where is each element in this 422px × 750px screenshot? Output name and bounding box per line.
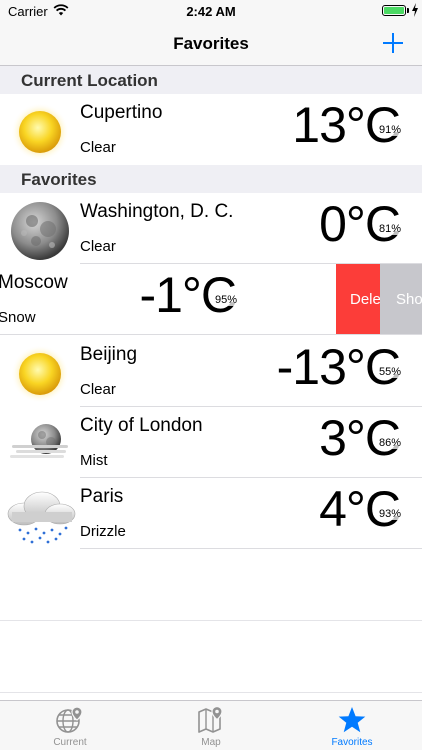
battery-icon xyxy=(382,5,406,16)
weather-condition: Mist xyxy=(80,452,108,469)
weather-condition: Clear xyxy=(80,381,116,398)
swiped-row-content[interactable]: Moscow Snow -1°C 95% xyxy=(0,264,340,335)
tab-current[interactable]: Current xyxy=(0,701,140,750)
list-item-favorite[interactable]: Washington, D. C. Clear 0°C 81% xyxy=(0,193,422,264)
show-button[interactable]: Show xyxy=(380,264,422,335)
map-pin-icon xyxy=(198,706,223,733)
tab-label: Map xyxy=(201,737,221,748)
moon-icon xyxy=(11,202,69,260)
sun-icon xyxy=(11,345,69,403)
row-divider xyxy=(0,334,422,335)
empty-row-divider xyxy=(0,692,422,693)
row-divider xyxy=(80,548,422,549)
list-item-favorite-swiped[interactable]: Moscow Snow -1°C 95% Delete Show xyxy=(0,264,422,335)
empty-row-divider xyxy=(0,620,422,621)
list-item-favorite[interactable]: City of London Mist 3°C 86% xyxy=(0,407,422,478)
navigation-bar: Favorites xyxy=(0,22,422,66)
battery-tip xyxy=(407,8,409,13)
globe-pin-icon xyxy=(56,706,83,733)
weather-condition: Drizzle xyxy=(80,523,126,540)
drizzle-icon xyxy=(7,491,76,544)
list-item-current-location[interactable]: Cupertino Clear 13°C 91% xyxy=(0,94,422,165)
city-name: Moscow xyxy=(0,272,68,293)
weather-condition: Snow xyxy=(0,309,36,326)
tab-favorites[interactable]: Favorites xyxy=(282,701,422,750)
tab-bar: Current Map Favorites xyxy=(0,700,422,750)
status-bar: Carrier 2:42 AM xyxy=(0,0,422,22)
sun-icon xyxy=(11,103,69,161)
charging-bolt-icon xyxy=(412,3,418,17)
weather-condition: Clear xyxy=(80,139,116,156)
plus-icon[interactable] xyxy=(382,32,404,54)
humidity: 91% xyxy=(377,124,402,136)
list-item-favorite[interactable]: Beijing Clear -13°C 55% xyxy=(0,336,422,407)
star-icon xyxy=(338,707,366,733)
city-name: City of London xyxy=(80,415,203,436)
humidity: 81% xyxy=(377,223,402,235)
tab-label: Favorites xyxy=(331,737,373,748)
section-header-favorites: Favorites xyxy=(0,165,422,193)
humidity: 86% xyxy=(377,437,402,449)
humidity: 95% xyxy=(213,294,238,306)
weather-condition: Clear xyxy=(80,238,116,255)
city-name: Paris xyxy=(80,486,124,507)
show-label: Show xyxy=(396,291,422,308)
page-title: Favorites xyxy=(173,34,249,53)
delete-label: Delete xyxy=(350,291,380,308)
tab-label: Current xyxy=(53,737,87,748)
tab-map[interactable]: Map xyxy=(141,701,281,750)
status-time: 2:42 AM xyxy=(186,4,236,19)
humidity: 93% xyxy=(377,508,402,520)
mist-icon xyxy=(10,424,68,458)
section-title: Current Location xyxy=(21,71,158,90)
city-name: Washington, D. C. xyxy=(80,201,234,222)
section-header-current-location: Current Location xyxy=(0,66,422,94)
list-item-favorite[interactable]: Paris Drizzle 4°C 93% xyxy=(0,478,422,549)
city-name: Beijing xyxy=(80,344,138,365)
city-name: Cupertino xyxy=(80,102,163,123)
section-title: Favorites xyxy=(21,170,97,189)
humidity: 55% xyxy=(377,366,402,378)
delete-button[interactable]: Delete xyxy=(336,264,380,335)
